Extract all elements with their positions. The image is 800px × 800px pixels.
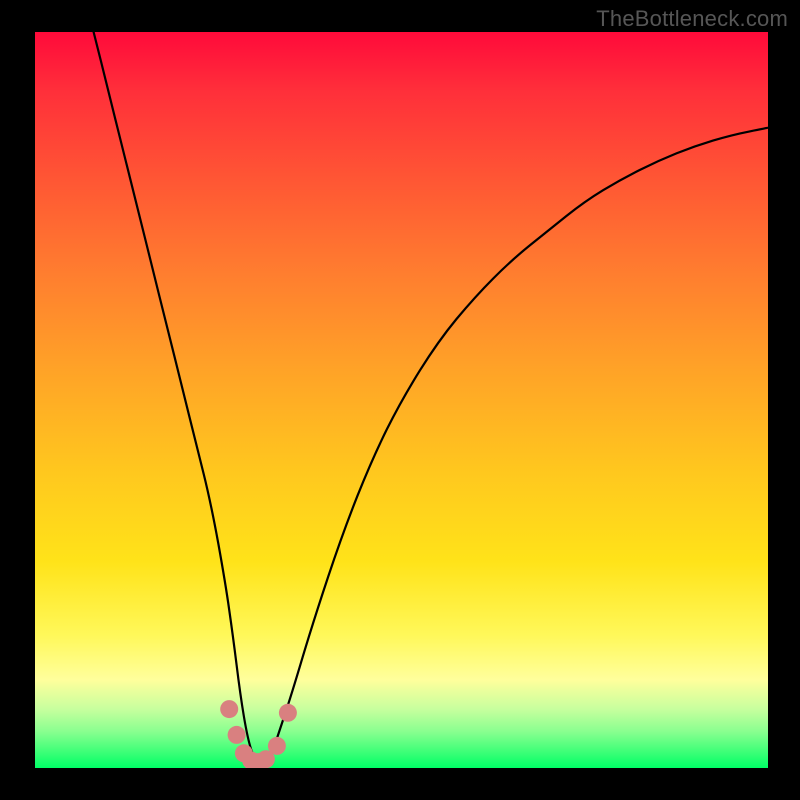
valley-marker [220,700,238,718]
valley-marker [228,726,246,744]
valley-marker [268,737,286,755]
bottleneck-curve [94,32,768,763]
plot-area [35,32,768,768]
valley-markers [220,700,297,768]
curve-svg [35,32,768,768]
valley-marker [279,704,297,722]
watermark-text: TheBottleneck.com [596,6,788,32]
chart-frame: TheBottleneck.com [0,0,800,800]
